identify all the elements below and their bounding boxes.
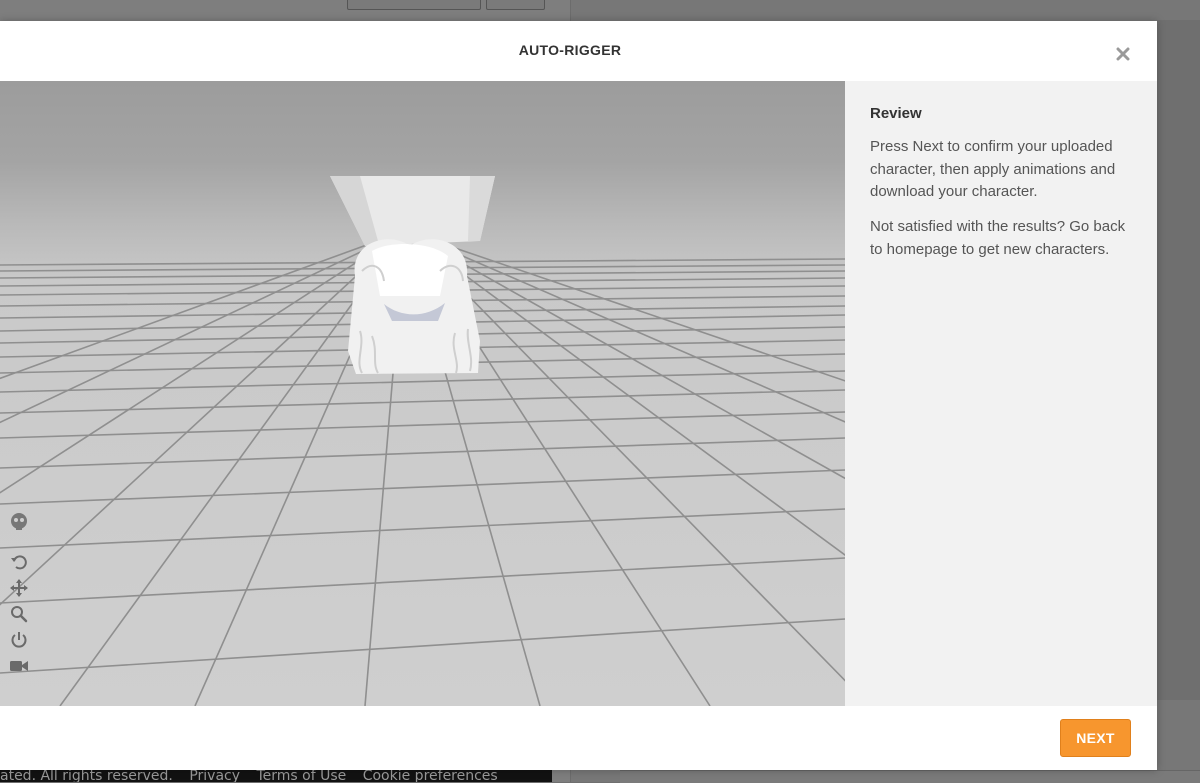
review-heading: Review	[870, 105, 922, 122]
footer-link-terms: Terms of Use	[256, 768, 347, 782]
background-button	[347, 0, 481, 10]
close-icon[interactable]	[1112, 43, 1134, 65]
background-button	[486, 0, 545, 10]
footer-link-cookies: Cookie preferences	[362, 768, 498, 782]
camera-icon[interactable]	[8, 655, 30, 677]
next-button[interactable]: NEXT	[1060, 719, 1131, 757]
scene-render	[0, 176, 845, 706]
skeleton-icon[interactable]	[8, 511, 30, 533]
3d-viewport[interactable]	[0, 81, 845, 706]
background-bottom-bar	[620, 770, 1200, 783]
review-panel: Review Press Next to confirm your upload…	[845, 81, 1157, 706]
modal-header: AUTO-RIGGER	[0, 21, 1157, 81]
modal-footer: NEXT	[0, 706, 1157, 770]
review-alternative: Not satisfied with the results? Go back …	[870, 218, 1126, 258]
footer-copyright: ated. All rights reserved.	[0, 768, 173, 782]
review-instructions: Press Next to confirm your uploaded char…	[870, 138, 1116, 200]
background-side-strip	[1157, 20, 1200, 700]
pan-icon[interactable]	[8, 577, 30, 599]
zoom-icon[interactable]	[8, 603, 30, 625]
power-icon[interactable]	[8, 629, 30, 651]
rotate-icon[interactable]	[8, 551, 30, 573]
footer-link-privacy: Privacy	[189, 768, 241, 782]
auto-rigger-modal: AUTO-RIGGER Review Press Next to confirm…	[0, 21, 1157, 770]
modal-title: AUTO-RIGGER	[518, 42, 622, 58]
